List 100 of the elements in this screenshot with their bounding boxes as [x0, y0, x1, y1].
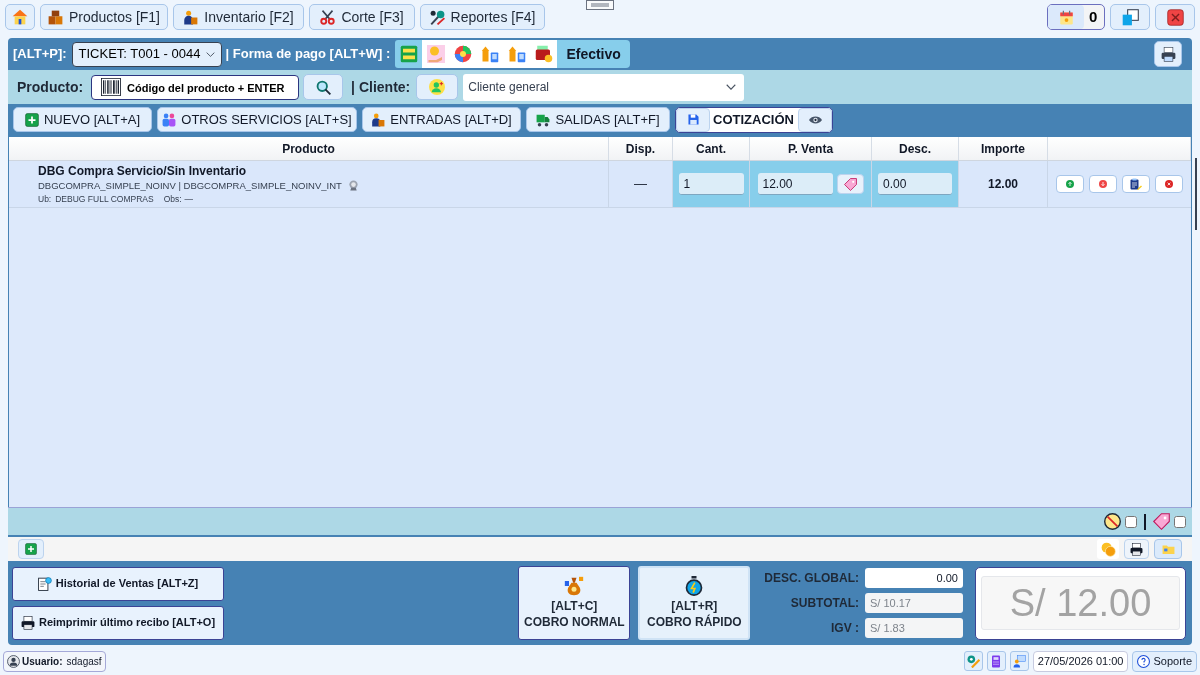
home-button[interactable] [5, 4, 35, 30]
quantity-input[interactable]: 1 [678, 173, 744, 195]
location-value: DEBUG FULL COMPRAS [55, 192, 154, 205]
search-button[interactable] [303, 74, 344, 100]
printer-icon [20, 615, 35, 630]
tag-icon [1153, 513, 1170, 530]
column-header: Importe [959, 137, 1048, 160]
discount-field[interactable]: 0.00 [865, 568, 963, 588]
print-button[interactable] [1124, 539, 1149, 559]
home-icon [12, 9, 28, 25]
coin-hand-icon [426, 45, 445, 63]
amount-display: S/ 10.17 [865, 593, 963, 613]
payment-method-name: Efectivo [557, 40, 630, 68]
user-label: Usuario: [22, 654, 63, 669]
total-label: DESC. GLOBAL: [764, 570, 859, 587]
total-label: IGV : [830, 620, 859, 637]
folder-icon [1161, 543, 1175, 555]
remove-button[interactable] [1155, 175, 1183, 193]
notification-button[interactable] [1048, 5, 1084, 29]
product-input[interactable]: Código del producto + ENTER [91, 75, 300, 100]
tools-button[interactable] [963, 651, 983, 671]
badge-icon [347, 180, 359, 191]
ticket-shortcut-label: [ALT+P]: [13, 45, 67, 64]
charge-button[interactable]: [ALT+C] COBRO NORMAL [518, 566, 631, 640]
total-label: SUBTOTAL: [789, 595, 859, 612]
discount-input[interactable]: 0.00 [878, 173, 952, 195]
scissors-icon [320, 9, 336, 25]
tag-icon [843, 177, 857, 191]
action-button[interactable]: SALIDAS [ALT+F] [526, 107, 670, 132]
column-header: Desc. [872, 137, 959, 160]
chevron-down-icon [205, 51, 215, 57]
window-icon [1121, 8, 1139, 26]
move-down-button[interactable] [1089, 175, 1117, 193]
option-checkbox[interactable] [1174, 515, 1186, 528]
user-screen-button[interactable] [1009, 651, 1029, 671]
scrollbar[interactable] [1195, 158, 1197, 230]
charge-button[interactable]: [ALT+R] COBRO RÁPIDO [638, 566, 751, 640]
boxes-icon [47, 9, 63, 25]
side-button[interactable]: Reimprimir último recibo [ALT+O] [12, 605, 224, 640]
action-button[interactable]: ENTRADAS [ALT+D] [362, 107, 521, 132]
close-button[interactable] [1155, 4, 1195, 30]
ticket-select[interactable]: TICKET: T001 - 0044 [71, 41, 222, 67]
product-label: Producto: [17, 77, 84, 97]
nav-tab[interactable]: Inventario [F2] [173, 4, 304, 30]
arrow-down-icon [1099, 180, 1107, 188]
remove-icon [1165, 180, 1173, 188]
obs-label: Obs: [163, 192, 182, 205]
plus-icon [25, 543, 37, 555]
datetime-display: 27/05/2026 01:00 [1032, 650, 1129, 672]
save-quote-button[interactable] [676, 107, 710, 132]
truck-icon [536, 112, 551, 127]
cash-register-icon [1160, 46, 1176, 62]
payment-method-button[interactable] [530, 40, 558, 68]
save-icon [687, 114, 699, 125]
nav-tab[interactable]: Corte [F3] [309, 4, 415, 30]
arrow-up-icon [1066, 180, 1074, 188]
action-button[interactable]: OTROS SERVICIOS [ALT+S] [157, 107, 357, 132]
window-button[interactable] [1110, 4, 1150, 30]
prohibited-icon [1104, 513, 1121, 530]
column-header: Producto [9, 137, 609, 160]
nav-tab[interactable]: Reportes [F4] [420, 4, 545, 30]
nav-tab[interactable]: Productos [F1] [40, 4, 168, 30]
coins-icon [1100, 541, 1116, 557]
add-user-icon [429, 79, 446, 95]
quote-label: COTIZACIÓN [713, 110, 794, 129]
cash-icon [399, 45, 418, 63]
bank-icon [480, 45, 499, 63]
payment-label: | Forma de pago [ALT+W] : [225, 45, 391, 64]
move-up-button[interactable] [1056, 175, 1084, 193]
price-input[interactable]: 12.00 [757, 173, 833, 195]
column-header: P. Venta [750, 137, 872, 160]
table-cell: 12.00 [959, 161, 1048, 207]
coins-button[interactable] [1097, 539, 1119, 559]
bank-icon [507, 45, 526, 63]
user-avatar-icon [7, 654, 20, 668]
wheel-icon [453, 45, 472, 63]
calendar-icon [1058, 9, 1074, 25]
option-checkbox[interactable] [1125, 515, 1137, 528]
tools-icon [429, 9, 445, 25]
help-icon [1137, 654, 1151, 668]
wrench-gear-icon [966, 654, 980, 668]
edit-button[interactable] [1122, 175, 1150, 193]
worker-icon [183, 9, 199, 25]
add-button[interactable] [18, 539, 44, 559]
document-icon [37, 576, 52, 591]
action-button[interactable]: NUEVO [ALT+A] [13, 107, 152, 132]
client-select[interactable]: Cliente general [463, 73, 745, 101]
column-header: Disp. [609, 137, 673, 160]
chevron-down-icon [726, 84, 737, 90]
user-name: sdagasf [66, 654, 102, 669]
support-button[interactable]: Soporte [1132, 650, 1197, 672]
drag-handle-icon[interactable] [586, 0, 614, 10]
calculator-button[interactable] [986, 651, 1006, 671]
payment-method-button[interactable] [395, 40, 423, 68]
view-quote-button[interactable] [798, 107, 832, 132]
calculator-icon [990, 654, 1003, 668]
price-tag-button[interactable] [836, 174, 864, 194]
register-button[interactable] [1154, 41, 1182, 67]
side-button[interactable]: Historial de Ventas [ALT+Z] [12, 566, 224, 601]
location-label: Ub: [38, 192, 52, 205]
